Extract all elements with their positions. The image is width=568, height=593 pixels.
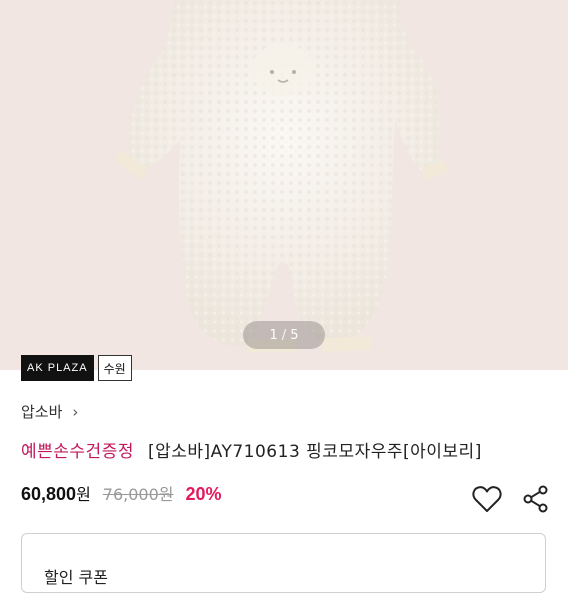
pager-current: 1: [269, 327, 278, 343]
branch-badge: 수원: [97, 355, 132, 381]
sale-price: 60,800원: [21, 481, 91, 505]
sale-price-value: 60,800: [21, 484, 77, 504]
discount-rate: 20%: [185, 484, 222, 504]
image-pager: 1 / 5: [243, 321, 325, 349]
pager-total: 5: [290, 327, 299, 343]
sale-price-currency: 원: [76, 487, 91, 504]
coupon-panel[interactable]: 할인 쿠폰: [21, 533, 546, 593]
heart-icon[interactable]: [471, 483, 503, 515]
product-actions: [471, 483, 552, 515]
chevron-right-icon: ›: [72, 402, 79, 421]
product-image: [115, 0, 448, 352]
brand-link[interactable]: 압소바 ›: [21, 401, 78, 422]
product-image-gallery[interactable]: 1 / 5: [0, 0, 568, 370]
store-badge: AK PLAZA: [21, 355, 94, 381]
promo-text: 예쁜손수건증정: [21, 442, 134, 462]
share-icon[interactable]: [520, 483, 552, 515]
price-row: 60,800원 76,000원 20%: [21, 481, 222, 505]
original-price: 76,000원: [102, 485, 174, 504]
store-badges: AK PLAZA 수원: [21, 355, 132, 381]
product-title: 예쁜손수건증정 [압소바]AY710613 핑코모자우주[아이보리]: [21, 437, 482, 462]
product-name: [압소바]AY710613 핑코모자우주[아이보리]: [147, 442, 482, 462]
brand-name: 압소바: [21, 403, 63, 421]
pager-separator: /: [281, 327, 287, 343]
